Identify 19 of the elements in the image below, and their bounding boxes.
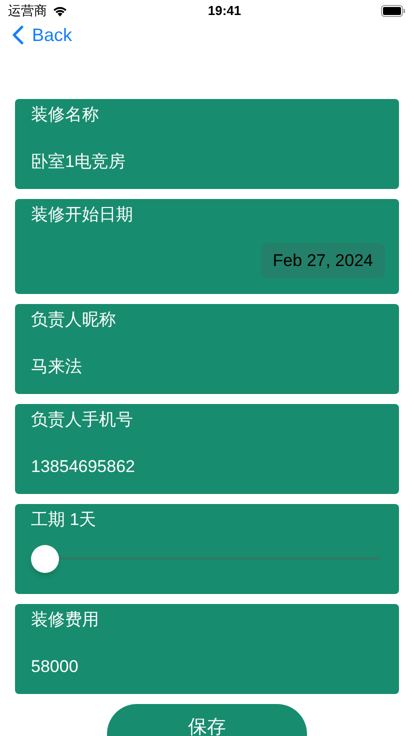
- carrier-label: 运营商: [8, 2, 47, 20]
- battery-icon: [381, 4, 406, 17]
- field-label: 装修开始日期: [31, 204, 134, 226]
- field-label: 负责人昵称: [31, 308, 116, 330]
- field-value[interactable]: 马来法: [31, 356, 82, 378]
- slider-thumb[interactable]: [31, 544, 59, 572]
- back-button[interactable]: Back: [12, 22, 72, 48]
- field-label: 负责人手机号: [31, 408, 133, 430]
- chevron-left-icon: [12, 25, 24, 45]
- save-button[interactable]: 保存: [107, 704, 307, 736]
- date-picker-button[interactable]: Feb 27, 2024: [260, 242, 385, 278]
- field-value[interactable]: 58000: [31, 656, 78, 678]
- wifi-icon: [52, 4, 68, 17]
- field-label: 工期 1天: [31, 508, 98, 530]
- field-value[interactable]: 卧室1电竞房: [31, 150, 126, 172]
- status-time: 19:41: [208, 2, 242, 20]
- field-label: 装修费用: [31, 608, 99, 630]
- field-value[interactable]: 13854695862: [31, 456, 136, 478]
- field-label: 装修名称: [31, 104, 99, 126]
